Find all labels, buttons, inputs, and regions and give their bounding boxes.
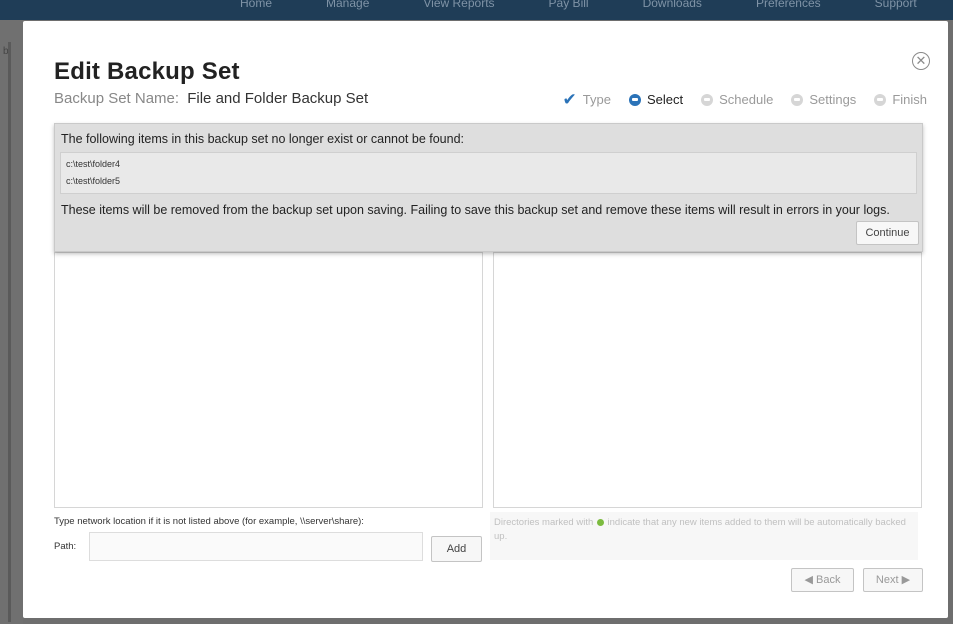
hint-text-start: Directories marked with bbox=[494, 517, 594, 528]
back-button[interactable]: ◀ Back bbox=[791, 568, 854, 592]
backup-set-name-label: Backup Set Name: bbox=[54, 90, 180, 107]
alert-message: The following items in this backup set n… bbox=[61, 132, 465, 146]
missing-items-list: c:\test\folder4 c:\test\folder5 bbox=[60, 152, 917, 194]
continue-button[interactable]: Continue bbox=[856, 221, 919, 245]
network-location-label: Type network location if it is not liste… bbox=[54, 516, 364, 527]
folder-tree-pane[interactable] bbox=[54, 252, 483, 508]
app-background-sidebar: b bbox=[0, 20, 23, 624]
triangle-right-icon: ▶ bbox=[901, 574, 911, 586]
step-pending-icon bbox=[874, 93, 887, 106]
step-select: Select bbox=[628, 92, 684, 107]
auto-backup-dot-icon bbox=[596, 518, 604, 526]
backup-set-name-value: File and Folder Backup Set bbox=[187, 90, 369, 107]
back-label: Back bbox=[816, 574, 841, 586]
nav-home[interactable]: Home bbox=[240, 0, 299, 14]
edit-backup-set-dialog: ✕ Edit Backup Set Backup Set Name: File … bbox=[23, 21, 948, 618]
path-label: Path: bbox=[54, 541, 77, 552]
close-icon[interactable]: ✕ bbox=[912, 52, 930, 70]
step-label: Schedule bbox=[719, 92, 774, 107]
wizard-steps: ✔ Type Select Schedule Settings Finish bbox=[562, 90, 927, 109]
triangle-left-icon: ◀ bbox=[804, 574, 813, 586]
step-schedule: Schedule bbox=[701, 92, 773, 107]
step-type: ✔ Type bbox=[562, 90, 611, 109]
step-label: Finish bbox=[892, 92, 927, 107]
list-item: c:\test\folder5 bbox=[66, 176, 121, 186]
step-label: Select bbox=[646, 92, 684, 107]
app-nav: Home Manage View Reports Pay Bill Downlo… bbox=[240, 0, 944, 14]
dialog-title: Edit Backup Set bbox=[54, 58, 240, 85]
missing-items-alert: The following items in this backup set n… bbox=[54, 123, 923, 252]
step-finish: Finish bbox=[874, 92, 927, 107]
alert-warning: These items will be removed from the bac… bbox=[61, 203, 890, 217]
step-current-icon bbox=[628, 93, 641, 106]
list-item: c:\test\folder4 bbox=[66, 159, 121, 169]
step-label: Settings bbox=[809, 92, 857, 107]
nav-pay-bill[interactable]: Pay Bill bbox=[522, 0, 616, 14]
app-top-bar: Home Manage View Reports Pay Bill Downlo… bbox=[0, 0, 953, 20]
step-settings: Settings bbox=[791, 92, 856, 107]
step-pending-icon bbox=[701, 93, 714, 106]
step-pending-icon bbox=[791, 93, 804, 106]
nav-downloads[interactable]: Downloads bbox=[616, 0, 729, 14]
backup-set-name: Backup Set Name: File and Folder Backup … bbox=[54, 90, 368, 107]
path-input[interactable] bbox=[89, 532, 423, 561]
next-button[interactable]: Next ▶ bbox=[863, 568, 923, 592]
step-label: Type bbox=[582, 92, 611, 107]
add-button[interactable]: Add bbox=[431, 536, 482, 562]
selection-pane[interactable] bbox=[493, 252, 922, 508]
nav-manage[interactable]: Manage bbox=[299, 0, 396, 14]
nav-support[interactable]: Support bbox=[848, 0, 944, 14]
nav-preferences[interactable]: Preferences bbox=[729, 0, 848, 14]
checkmark-icon: ✔ bbox=[562, 90, 577, 109]
next-label: Next bbox=[875, 574, 899, 586]
auto-backup-hint: Directories marked with indicate that an… bbox=[490, 512, 918, 560]
background-divider bbox=[8, 42, 11, 622]
nav-view-reports[interactable]: View Reports bbox=[396, 0, 521, 14]
